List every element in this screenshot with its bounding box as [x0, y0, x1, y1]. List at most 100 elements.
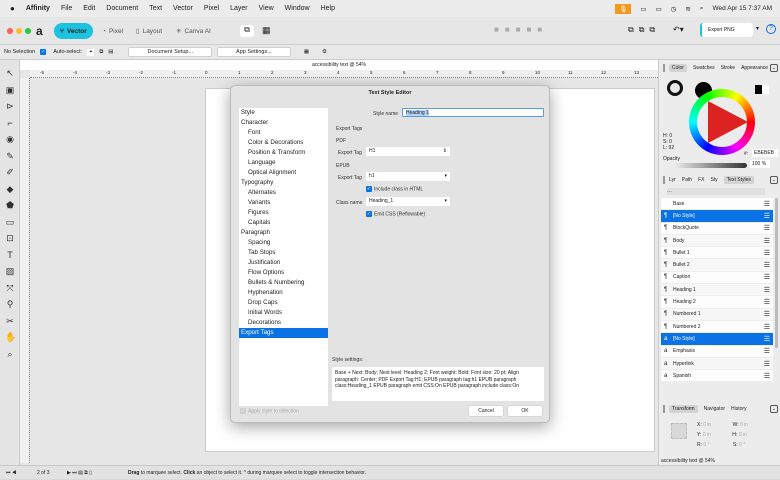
style-menu-icon[interactable]: ☰: [764, 237, 770, 245]
close-button[interactable]: [7, 28, 13, 34]
tool-15-icon[interactable]: ✂: [5, 316, 15, 326]
menu-layer[interactable]: Layer: [230, 5, 248, 12]
style-row[interactable]: ¶ Body ☰: [661, 234, 773, 248]
style-menu-icon[interactable]: ☰: [764, 200, 770, 208]
style-menu-icon[interactable]: ☰: [764, 323, 770, 331]
menu-document[interactable]: Document: [106, 5, 138, 12]
style-menu-icon[interactable]: ☰: [764, 261, 770, 269]
category-capitals[interactable]: Capitals: [239, 218, 328, 228]
minimize-button[interactable]: [16, 28, 22, 34]
menu-vector[interactable]: Vector: [173, 5, 193, 12]
tool-4-icon[interactable]: ◉: [5, 134, 15, 144]
category-position-transform[interactable]: Position & Transform: [239, 148, 328, 158]
category-color-decorations[interactable]: Color & Decorations: [239, 138, 328, 148]
boolean-ops-icons[interactable]: ■■■■■: [494, 25, 548, 34]
include-class-checkbox[interactable]: ✓ Include class in HTML: [366, 186, 423, 192]
grid-icon[interactable]: ▦: [262, 25, 271, 36]
tab-fx[interactable]: FX: [698, 177, 704, 183]
menu-file[interactable]: File: [61, 5, 72, 12]
tab-lyr[interactable]: Lyr: [669, 177, 676, 183]
gear-icon[interactable]: ⚙: [322, 49, 327, 55]
panel-menu-icon[interactable]: ⌄: [769, 64, 778, 72]
grid-icon[interactable]: ▦: [304, 49, 309, 55]
tab-swatches[interactable]: Swatches: [693, 65, 715, 71]
snapping-button[interactable]: ⧉: [240, 25, 254, 37]
hex-input[interactable]: EBEBEB: [752, 149, 778, 157]
y-field[interactable]: 0 in: [703, 432, 711, 438]
tool-3-icon[interactable]: ⌐: [5, 118, 15, 128]
arrange-icons[interactable]: ⧉⧉⧉: [628, 25, 660, 35]
style-row[interactable]: ¶ Numbered 1 ☰: [661, 308, 773, 321]
select-layer-icon[interactable]: ▤: [108, 49, 113, 55]
tool-16-icon[interactable]: ✋: [5, 332, 16, 342]
color-wheel[interactable]: [689, 89, 755, 155]
category-flow-options[interactable]: Flow Options: [239, 268, 328, 278]
category-tab-stops[interactable]: Tab Stops: [239, 248, 328, 258]
opacity-input[interactable]: 100 %: [750, 160, 770, 168]
document-setup-button[interactable]: Document Setup...: [128, 47, 213, 57]
style-search-input[interactable]: …: [667, 188, 765, 195]
category-export-tags[interactable]: Export Tags: [239, 328, 328, 338]
persona-pixel[interactable]: ◔ Pixel: [96, 23, 129, 39]
menubar-clock[interactable]: Wed Apr 15 7:37 AM: [713, 5, 773, 12]
class-name-select[interactable]: Heading_1 ▾: [366, 197, 450, 206]
panel-menu-icon[interactable]: ⌄: [769, 405, 778, 413]
style-row[interactable]: a [No Style] ☰: [661, 333, 773, 346]
style-menu-icon[interactable]: ☰: [764, 224, 770, 232]
style-menu-icon[interactable]: ☰: [764, 310, 770, 318]
select-intersect-icon[interactable]: ⧉: [99, 49, 103, 56]
category-font[interactable]: Font: [239, 128, 328, 138]
export-dropdown-icon[interactable]: ▾: [756, 25, 759, 32]
emit-css-checkbox[interactable]: ✓ Emit CSS (Reflowable): [366, 211, 425, 217]
menu-edit[interactable]: Edit: [83, 5, 95, 12]
persona-layout[interactable]: ▯ Layout: [130, 23, 168, 39]
opacity-slider[interactable]: [673, 163, 747, 168]
style-menu-icon[interactable]: ☰: [764, 347, 770, 355]
tool-12-icon[interactable]: ▨: [5, 266, 15, 276]
style-menu-icon[interactable]: ☰: [764, 273, 770, 281]
color-triangle[interactable]: [708, 101, 748, 143]
clock-icon[interactable]: ◷: [671, 5, 677, 13]
persona-canva-ai[interactable]: ✳ Canva AI: [170, 23, 217, 39]
category-variants[interactable]: Variants: [239, 198, 328, 208]
style-row[interactable]: ¶ Heading 1 ☰: [661, 284, 773, 297]
tab-sty[interactable]: Sty: [710, 177, 717, 183]
menu-view[interactable]: View: [259, 5, 274, 12]
menu-pixel[interactable]: Pixel: [204, 5, 219, 12]
tab-navigator[interactable]: Navigator: [704, 406, 725, 412]
h-field[interactable]: 0 in: [739, 432, 747, 438]
export-png-button[interactable]: Export PNG: [700, 23, 753, 37]
horizontal-ruler[interactable]: -5 -4 -3 -2 -1 0 1 2 3 4 5 6 7 8 9 10 11 12 13: [30, 70, 658, 78]
style-row[interactable]: ¶ [No Style] ☰: [661, 210, 773, 223]
style-row[interactable]: a Emphasis ☰: [661, 345, 773, 358]
category-typography[interactable]: Typography: [239, 178, 328, 188]
category-language[interactable]: Language: [239, 158, 328, 168]
apply-style-checkbox[interactable]: ✓ Apply style to selection: [240, 408, 299, 414]
tool-1-icon[interactable]: ▣: [5, 85, 15, 95]
style-menu-icon[interactable]: ☰: [764, 372, 770, 380]
autoselect-checkbox[interactable]: ✓: [40, 49, 47, 55]
cancel-button[interactable]: Cancel: [469, 406, 503, 416]
apple-icon[interactable]: ●: [10, 4, 15, 13]
tab-appearance[interactable]: Appearance: [741, 65, 768, 71]
category-initial-words[interactable]: Initial Words: [239, 308, 328, 318]
category-paragraph[interactable]: Paragraph: [239, 228, 328, 238]
anchor-selector[interactable]: [671, 423, 687, 439]
tool-10-icon[interactable]: ⊡: [5, 233, 15, 243]
tab-stroke[interactable]: Stroke: [721, 65, 735, 71]
tool-13-icon[interactable]: ⤧: [5, 283, 15, 293]
style-menu-icon[interactable]: ☰: [764, 286, 770, 294]
style-row[interactable]: a Spanish ☰: [661, 370, 773, 383]
panel-menu-icon[interactable]: ⌄: [769, 176, 778, 184]
tool-0-icon[interactable]: ↖: [5, 68, 15, 78]
style-menu-icon[interactable]: ☰: [764, 249, 770, 257]
tool-14-icon[interactable]: ⚲: [5, 299, 15, 309]
menu-text[interactable]: Text: [149, 5, 162, 12]
style-row[interactable]: ¶ BlockQuote ☰: [661, 222, 773, 235]
style-row[interactable]: Base ☰: [661, 198, 773, 211]
first-page-icon[interactable]: ⏮ ◀: [6, 466, 16, 480]
tool-6-icon[interactable]: ✐: [5, 167, 15, 177]
tool-8-icon[interactable]: ⬟: [5, 200, 15, 210]
next-page-icon[interactable]: ▶ ⏭ ▤ ⧉ ▯: [67, 466, 92, 480]
tool-5-icon[interactable]: ✎: [5, 151, 15, 161]
